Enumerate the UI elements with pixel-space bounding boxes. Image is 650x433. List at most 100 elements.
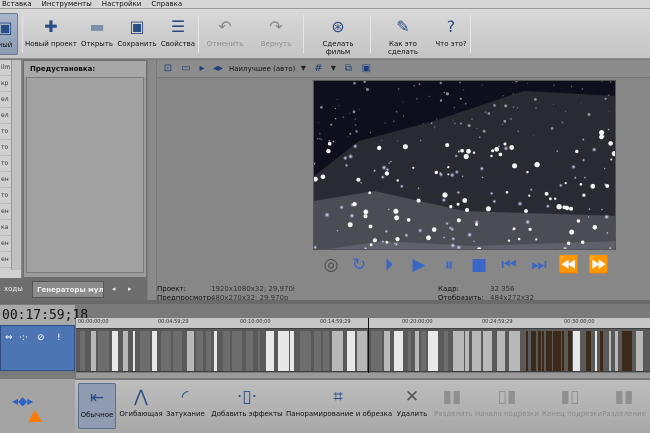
save-button[interactable]: ▣ Сохранить [116,13,158,55]
timeline-clip[interactable] [483,331,492,371]
menu-settings[interactable]: Настройки [102,0,142,8]
zoom-arrows-icon[interactable]: ◂◆▸ [12,394,33,408]
timeline-clip[interactable] [465,331,469,371]
fast-forward-icon[interactable]: ⏩ [588,254,610,276]
timeline-clip[interactable] [568,331,572,371]
copy-snapshot-icon[interactable]: ⧉ [341,62,355,76]
split-screen-icon[interactable]: ▸ [197,62,207,76]
timeline-clip[interactable] [290,331,294,371]
normal-tool-button[interactable]: ⇤ Обычное [78,383,116,429]
timeline-clip[interactable] [214,331,217,371]
mute-icon[interactable]: ⊘ [37,333,45,343]
chevron-down-icon[interactable]: ▾ [299,62,307,76]
timeline-clip[interactable] [232,331,242,371]
menu-help[interactable]: Справка [151,0,182,8]
next-frame-icon[interactable]: ⏭ [528,254,550,276]
stop-icon[interactable]: ■ [468,254,490,276]
timeline-clip[interactable] [600,331,603,371]
timeline-clip[interactable] [278,331,289,371]
timeline-clip[interactable] [173,331,182,371]
timeline-clip[interactable] [573,331,580,371]
timeline-clip[interactable] [300,331,311,371]
make-movie-button[interactable]: ⊛ Сделать фильм [310,13,366,56]
timeline-clip[interactable] [553,331,561,371]
timeline-clip[interactable] [622,331,632,371]
loop-icon[interactable]: ◎ [320,254,342,276]
pause-icon[interactable]: ⏸ [438,254,460,276]
timeline-clip[interactable] [546,331,552,371]
timeline-clip[interactable] [609,331,611,371]
tab-transitions[interactable]: ходы [0,281,30,298]
timeline-clip[interactable] [538,331,541,371]
preview-quality-dropdown[interactable]: Наилучшее (авто) [229,65,295,73]
timeline-clip[interactable] [586,331,591,371]
timeline-clip[interactable] [161,331,171,371]
rewind-icon[interactable]: ⏪ [558,254,580,276]
add-effects-button[interactable]: ·▯· Добавить эффекты [211,383,283,429]
whats-this-button[interactable]: ? Что это? [434,13,468,55]
redo-button[interactable]: ↷ Вернуть [256,13,296,55]
timeline-clip[interactable] [332,331,343,371]
timeline-clip[interactable] [357,331,367,371]
track-fx-icon[interactable]: ·:· [19,333,28,343]
timeline-clip[interactable] [497,331,505,371]
undo-button[interactable]: ↶ Отменить [203,13,247,55]
timeline-clip[interactable] [453,331,464,371]
time-ruler[interactable]: 00:00:00;00 00:04:59;29 00:10:00;00 00:1… [76,318,650,328]
play-from-start-icon[interactable]: ⏵ [378,254,400,276]
timeline-clip[interactable] [472,331,481,371]
delete-button[interactable]: ✕ Удалить [396,383,428,429]
timeline-clip[interactable] [258,331,260,371]
solo-icon[interactable]: ! [57,333,61,343]
track-header[interactable]: ⇔ ·:· ⊘ ! [0,325,75,371]
split-tool-button[interactable]: ▮▮ Разделение [600,383,648,429]
timeline-clip[interactable] [384,331,390,371]
timeline-clip[interactable] [428,331,438,371]
timeline-clip[interactable] [266,331,274,371]
timeline-clip[interactable] [444,331,448,371]
preview-quality-icon[interactable]: ◂▸ [211,62,225,76]
timeline-clip[interactable] [196,331,203,371]
timeline-clip[interactable] [415,331,419,371]
timeline-clip[interactable] [408,331,411,371]
timeline-clip[interactable] [526,331,528,371]
open-button[interactable]: ▬ Открыть [80,13,114,55]
tab-media-generators[interactable]: Генераторы муль [32,281,104,298]
playhead[interactable] [368,318,369,374]
timeline-clip[interactable] [347,331,355,371]
tab-next-arrow[interactable]: ▸ [124,281,138,298]
new-project-button[interactable]: ✚ Новый проект [24,13,78,55]
overlays-icon[interactable]: # [311,62,325,76]
partial-tool-button[interactable]: ▣ ный [0,13,18,55]
timeline-clip[interactable] [595,331,597,371]
timeline-clip[interactable] [246,331,253,371]
timeline-clip[interactable] [140,331,150,371]
timeline-clip[interactable] [323,331,329,371]
horizontal-splitter[interactable] [0,300,650,304]
trim-start-button[interactable]: ▯▮ Начало подрезки [474,383,540,429]
preset-list[interactable] [26,77,144,273]
save-snapshot-icon[interactable]: ▣ [359,62,373,76]
play-icon[interactable]: ▶ [408,254,430,276]
fade-tool-button[interactable]: ◜ Затухание [166,383,205,429]
timeline-clip[interactable] [80,331,85,371]
timeline-clip[interactable] [187,331,194,371]
tab-prev-arrow[interactable]: ◂ [108,281,122,298]
prev-frame-icon[interactable]: ⏮ [498,254,520,276]
timeline-clip[interactable] [152,331,157,371]
envelope-tool-button[interactable]: ⋀ Огибающая [119,383,163,429]
timeline-clip[interactable] [509,331,520,371]
how-to-button[interactable]: ✎ Как это сделать [374,13,432,56]
timeline-clip[interactable] [123,331,128,371]
split-button[interactable]: ▮▮ Разделить [434,383,473,429]
timeline-clip[interactable] [562,331,564,371]
timeline-clip[interactable] [98,331,109,371]
timeline-clip[interactable] [636,331,643,371]
video-track[interactable] [76,328,650,372]
vertical-splitter[interactable] [148,60,156,300]
external-monitor-icon[interactable]: ▭ [179,62,193,76]
menu-insert[interactable]: Вставка [2,0,32,8]
timeline-clip[interactable] [112,331,118,371]
trim-end-button[interactable]: ▮▯ Конец подрезки [542,383,602,429]
timeline-clip[interactable] [542,331,544,371]
